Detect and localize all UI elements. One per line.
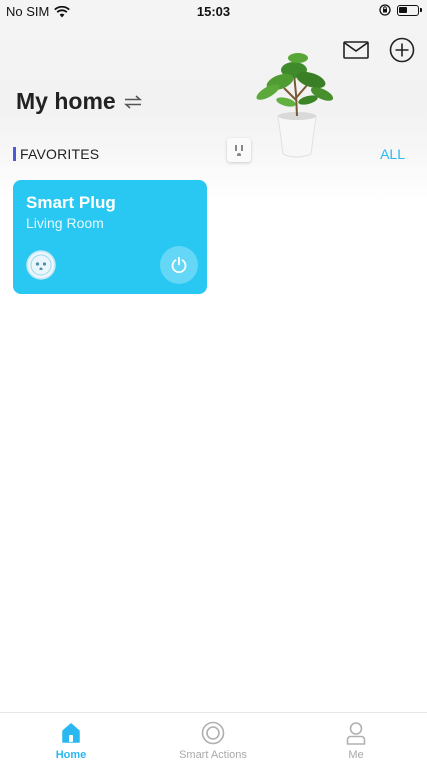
power-icon bbox=[171, 256, 187, 274]
device-card[interactable]: Smart Plug Living Room bbox=[13, 180, 207, 294]
messages-button[interactable] bbox=[343, 37, 369, 63]
tab-me[interactable]: Me bbox=[285, 713, 427, 765]
add-circle-icon bbox=[389, 37, 415, 63]
home-icon bbox=[62, 723, 80, 743]
tab-smart-actions[interactable]: Smart Actions bbox=[142, 713, 284, 765]
device-name: Smart Plug bbox=[26, 193, 116, 212]
person-icon bbox=[346, 722, 366, 745]
device-room: Living Room bbox=[26, 215, 104, 231]
home-title[interactable]: My home bbox=[16, 88, 116, 115]
status-bar: No SIM 15:03 bbox=[0, 0, 427, 22]
add-device-button[interactable] bbox=[389, 37, 415, 63]
view-all-link[interactable]: ALL bbox=[380, 146, 405, 162]
favorites-marker bbox=[13, 147, 16, 161]
mail-icon bbox=[343, 41, 369, 59]
orientation-lock-icon bbox=[379, 4, 391, 16]
tab-home[interactable]: Home bbox=[0, 713, 142, 765]
smart-plug-icon bbox=[26, 250, 56, 280]
battery-icon bbox=[397, 4, 422, 16]
status-time: 15:03 bbox=[196, 4, 231, 19]
tab-me-label: Me bbox=[348, 749, 364, 761]
favorites-label: FAVORITES bbox=[20, 146, 100, 162]
tab-smart-actions-label: Smart Actions bbox=[179, 749, 247, 761]
switch-home-icon[interactable] bbox=[123, 94, 142, 109]
device-power-button[interactable] bbox=[160, 246, 198, 284]
tab-home-label: Home bbox=[55, 749, 87, 761]
tab-bar: Home Smart Actions Me bbox=[0, 712, 427, 765]
favorites-header: FAVORITES ALL bbox=[13, 145, 405, 163]
smart-actions-icon bbox=[201, 721, 225, 745]
